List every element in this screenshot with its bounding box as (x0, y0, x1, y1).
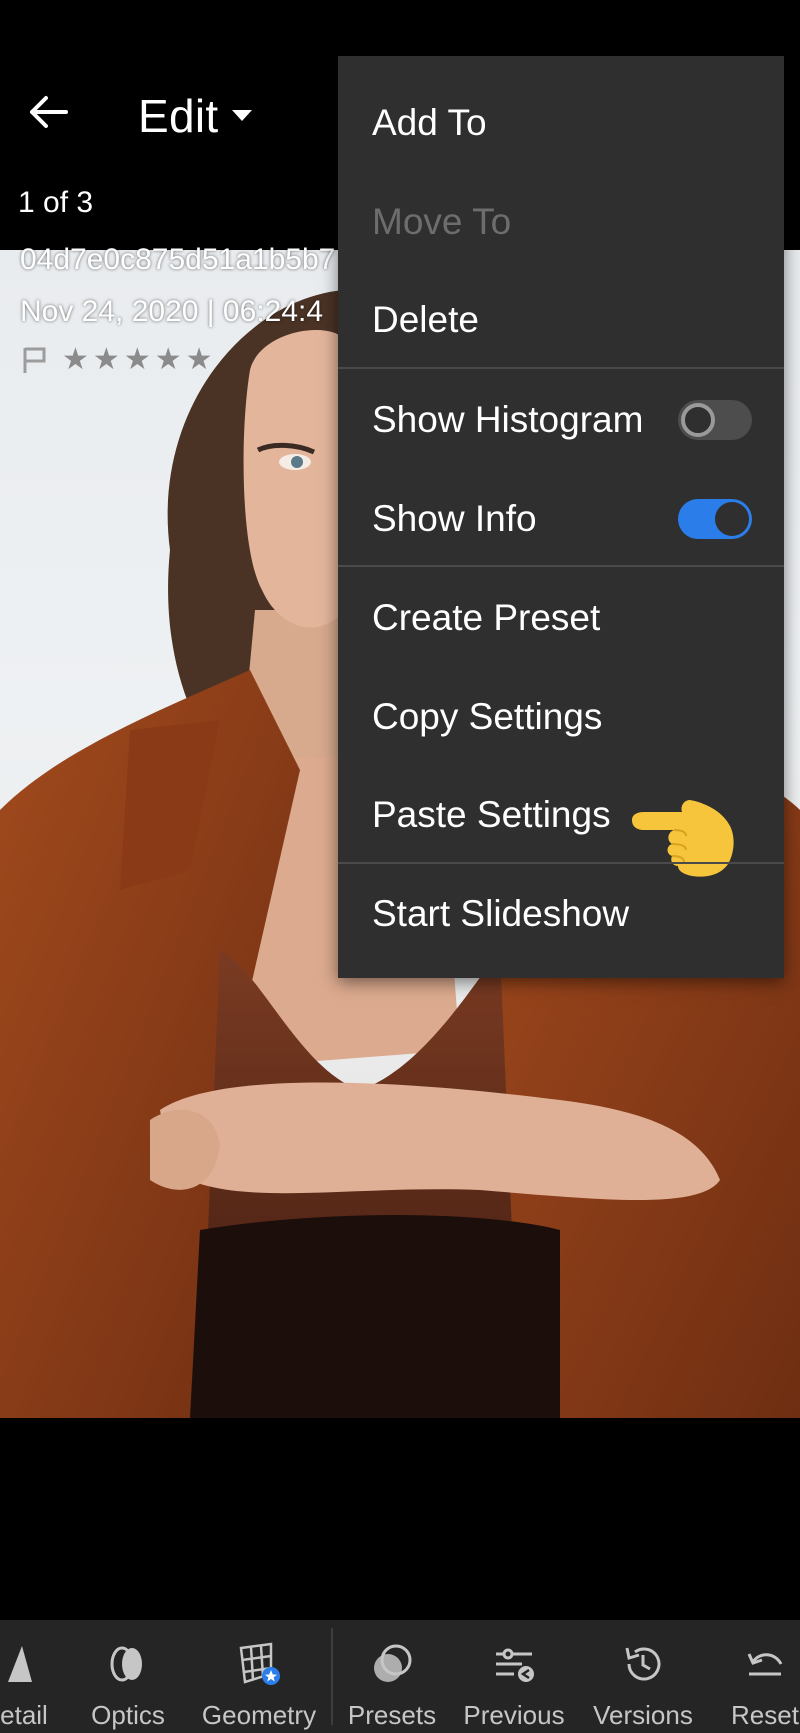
rating-row: ★ ★ ★ ★ ★ (22, 342, 213, 377)
tool-previous-label: Previous (463, 1700, 565, 1730)
show-info-label: Show Info (372, 498, 537, 539)
star-icon[interactable]: ★ (124, 342, 151, 377)
detail-icon (8, 1646, 32, 1682)
photo-filename: 04d7e0c875d51a1b5b7 (20, 243, 336, 276)
edit-mode-label: Edit (138, 90, 219, 142)
menu-item-show-info[interactable]: Show Info (338, 474, 784, 564)
show-info-toggle[interactable] (678, 499, 752, 539)
toggle-knob (715, 502, 749, 536)
toolbar-separator (331, 1628, 333, 1725)
tool-optics[interactable]: Optics (86, 1620, 170, 1733)
versions-icon (625, 1647, 661, 1681)
dropdown-caret-icon (232, 110, 253, 121)
geometry-icon (239, 1642, 280, 1685)
previous-icon (496, 1648, 534, 1682)
back-arrow-icon[interactable] (26, 90, 70, 134)
edit-mode-dropdown[interactable]: Edit (138, 86, 253, 146)
menu-item-show-histogram[interactable]: Show Histogram (338, 375, 784, 465)
photo-datetime: Nov 24, 2020 | 06:24:4 (20, 295, 324, 328)
star-icon[interactable]: ★ (62, 342, 89, 377)
star-icon[interactable]: ★ (93, 342, 120, 377)
menu-item-start-slideshow[interactable]: Start Slideshow (338, 869, 784, 959)
overflow-menu: Add To Move To Delete Show Histogram Sho… (338, 56, 784, 978)
bottom-toolbar: etail Optics Geometry Presets Previous V… (0, 1620, 800, 1733)
menu-divider (338, 367, 784, 369)
tool-detail-label: etail (0, 1700, 48, 1730)
show-histogram-toggle[interactable] (678, 400, 752, 440)
tool-optics-label: Optics (91, 1700, 165, 1730)
star-icon[interactable]: ★ (155, 342, 182, 377)
paste-settings-label: Paste Settings (372, 794, 611, 835)
presets-icon (374, 1644, 412, 1682)
menu-item-move-to: Move To (372, 201, 512, 242)
tool-detail[interactable]: etail (0, 1620, 54, 1733)
menu-item-add-to[interactable]: Add To (338, 78, 784, 168)
menu-item-copy-settings[interactable]: Copy Settings (338, 672, 784, 762)
optics-icon (110, 1646, 142, 1682)
menu-divider (338, 862, 784, 864)
tool-reset[interactable]: Reset (722, 1620, 800, 1733)
star-icon[interactable]: ★ (186, 342, 213, 377)
tool-presets-label: Presets (347, 1700, 437, 1730)
flag-icon[interactable] (22, 346, 48, 374)
menu-divider (338, 565, 784, 567)
tool-reset-label: Reset (731, 1700, 799, 1730)
photo-counter: 1 of 3 (18, 186, 94, 219)
menu-item-paste-settings[interactable]: Paste Settings (338, 770, 784, 877)
show-histogram-label: Show Histogram (372, 399, 644, 440)
tool-presets[interactable]: Presets (346, 1620, 438, 1733)
menu-item-delete[interactable]: Delete (338, 275, 784, 365)
toggle-knob (681, 403, 715, 437)
menu-item-create-preset[interactable]: Create Preset (338, 573, 784, 663)
pointing-hand-icon (632, 800, 734, 877)
reset-icon (747, 1653, 783, 1676)
tool-versions-label: Versions (593, 1700, 693, 1730)
tool-versions[interactable]: Versions (588, 1620, 698, 1733)
tool-geometry[interactable]: Geometry (198, 1620, 320, 1733)
tool-geometry-label: Geometry (201, 1700, 317, 1730)
tool-previous[interactable]: Previous (460, 1620, 568, 1733)
star-rating[interactable]: ★ ★ ★ ★ ★ (62, 342, 213, 377)
